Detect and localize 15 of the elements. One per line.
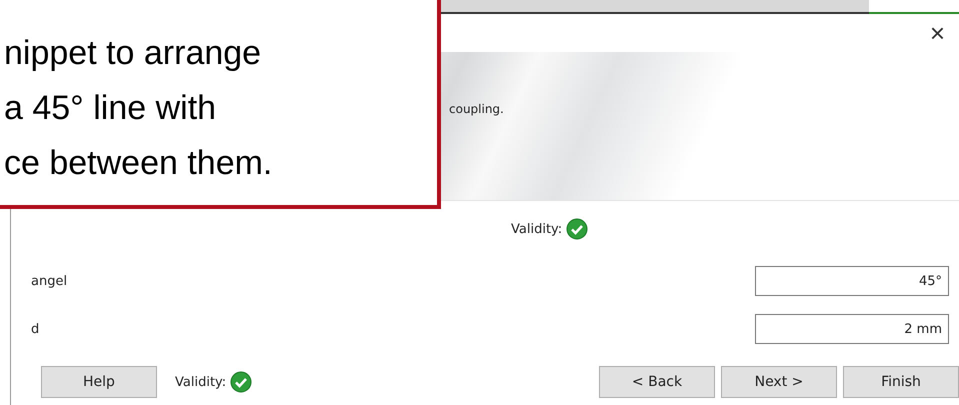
help-button[interactable]: Help xyxy=(41,366,157,398)
section-description: coupling. xyxy=(449,102,504,116)
validity-label: Validity: xyxy=(175,374,226,390)
callout-text: nippet to arrange xyxy=(4,33,262,74)
wizard-button[interactable]: Next > xyxy=(721,366,837,398)
close-button[interactable]: × xyxy=(928,20,947,46)
parameter-name: d xyxy=(31,322,40,336)
parameter-value-field[interactable]: 2 mm xyxy=(755,314,949,344)
parameter-value-field[interactable]: 45° xyxy=(755,266,949,296)
callout-text: ce between them. xyxy=(4,143,272,184)
validity-label: Validity: xyxy=(511,222,562,236)
parameter-name: angel xyxy=(31,274,68,288)
wizard-button[interactable]: < Back xyxy=(599,366,715,398)
callout-text: a 45° line with xyxy=(4,88,216,129)
wizard-button[interactable]: Finish xyxy=(843,366,959,398)
